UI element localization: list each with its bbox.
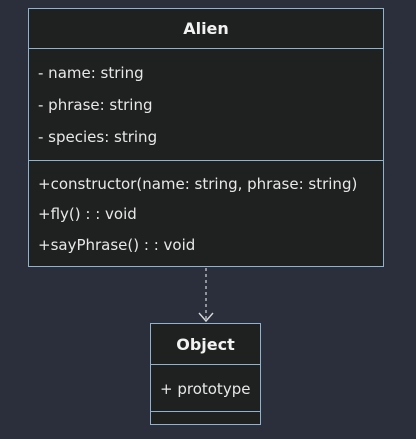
attribute-phrase: - phrase: string — [38, 96, 153, 114]
attribute-prototype: + prototype — [160, 380, 251, 398]
attribute-species: - species: string — [38, 128, 158, 146]
object-methods — [151, 412, 260, 424]
class-name-object: Object — [151, 324, 260, 365]
alien-attributes: - name: string - phrase: string - specie… — [29, 49, 383, 161]
attribute-name: - name: string — [38, 64, 144, 82]
method-fly: +fly() : : void — [38, 205, 137, 223]
class-object[interactable]: Object + prototype — [150, 323, 261, 425]
method-constructor: +constructor(name: string, phrase: strin… — [38, 175, 358, 193]
class-name-alien: Alien — [29, 9, 383, 49]
method-say-phrase: +sayPhrase() : : void — [38, 236, 196, 254]
class-alien[interactable]: Alien - name: string - phrase: string - … — [28, 8, 384, 267]
object-attributes: + prototype — [151, 365, 260, 412]
alien-methods: +constructor(name: string, phrase: strin… — [29, 161, 383, 266]
